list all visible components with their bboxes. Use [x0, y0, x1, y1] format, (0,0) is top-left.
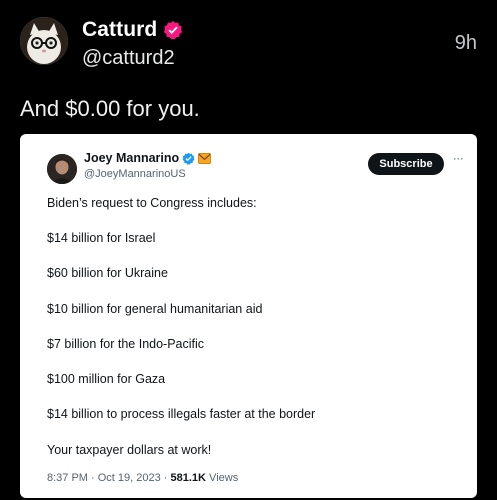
avatar[interactable] [20, 17, 68, 65]
tweet-header: Catturd @catturd2 9h [0, 0, 497, 90]
quoted-meta: 8:37 PM · Oct 19, 2023 · 581.1K Views [47, 472, 238, 484]
quoted-line: $100 million for Gaza [47, 372, 166, 386]
quoted-line: $14 billion to process illegals faster a… [47, 407, 316, 421]
quoted-tweet-card[interactable]: Joey Mannarino @JoeyMannarinoUS Subscrib… [20, 134, 477, 498]
verified-check-icon [182, 152, 195, 165]
views-label: Views [206, 472, 239, 484]
quoted-line: $10 billion for general humanitarian aid [47, 302, 263, 316]
quoted-display-name[interactable]: Joey Mannarino [84, 151, 179, 165]
subscribe-button[interactable]: Subscribe [368, 153, 444, 175]
quoted-name-row: Joey Mannarino [84, 151, 212, 165]
quoted-line: $7 billion for the Indo-Pacific [47, 337, 205, 351]
quoted-line: $14 billion for Israel [47, 231, 156, 245]
quoted-handle[interactable]: @JoeyMannarinoUS [84, 168, 186, 180]
author-handle[interactable]: @catturd2 [82, 47, 175, 70]
quoted-avatar[interactable] [47, 154, 77, 184]
verified-badge-icon [163, 20, 183, 40]
author-name-row: Catturd [82, 18, 183, 42]
cat-avatar-icon [20, 17, 68, 65]
tweet-text: And $0.00 for you. [20, 96, 200, 121]
envelope-emoji-icon [198, 152, 212, 165]
person-avatar-icon [47, 154, 77, 184]
tweet-timestamp[interactable]: 9h [455, 32, 477, 55]
more-options-icon[interactable]: ··· [450, 152, 466, 169]
author-display-name[interactable]: Catturd [82, 18, 157, 42]
quoted-date[interactable]: 8:37 PM · Oct 19, 2023 · [47, 472, 171, 484]
quoted-line: Biden’s request to Congress includes: [47, 196, 257, 210]
quoted-line: Your taxpayer dollars at work! [47, 443, 212, 457]
views-count: 581.1K [170, 472, 206, 484]
quoted-line: $60 billion for Ukraine [47, 266, 168, 280]
